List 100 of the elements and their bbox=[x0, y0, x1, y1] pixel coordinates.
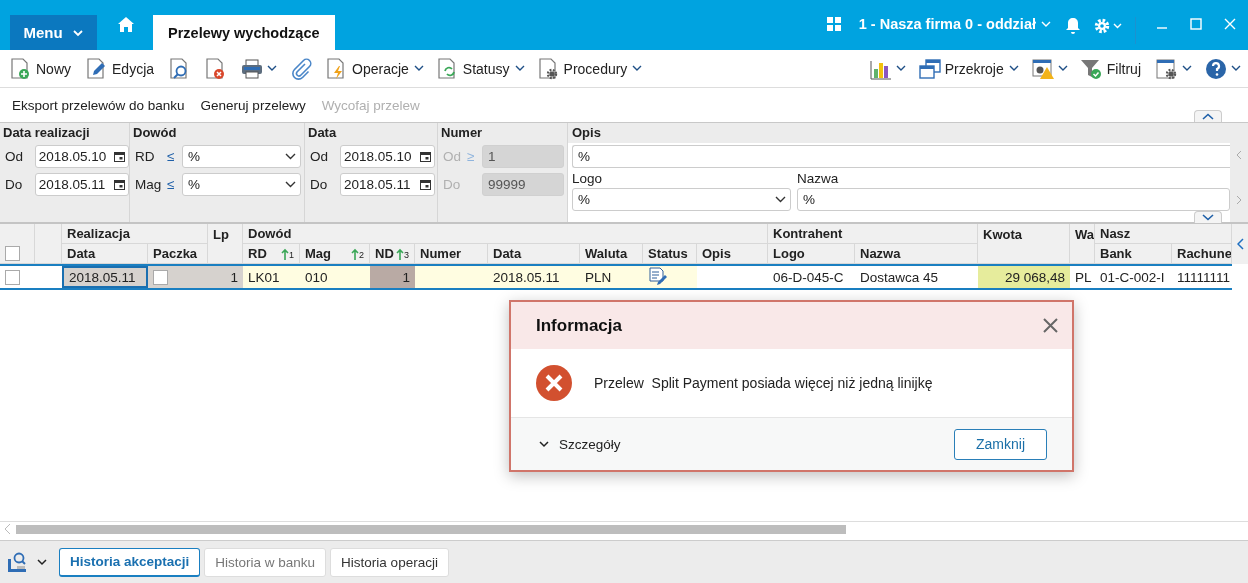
column-header[interactable]: Paczka bbox=[148, 244, 208, 264]
field-label: Logo bbox=[572, 170, 604, 188]
name-field[interactable]: % bbox=[797, 188, 1230, 211]
grid-icon[interactable] bbox=[826, 17, 841, 31]
select-all-checkbox[interactable] bbox=[5, 246, 20, 261]
column-header[interactable]: Numer bbox=[415, 244, 488, 264]
maximize-icon[interactable] bbox=[1190, 18, 1202, 30]
chevron-down-icon bbox=[71, 28, 84, 37]
chevron-down-icon bbox=[895, 65, 906, 72]
field-label: Do bbox=[309, 176, 329, 192]
column-header[interactable]: Waluta bbox=[580, 244, 643, 264]
collapse-panel-icon[interactable] bbox=[1236, 238, 1244, 250]
column-header[interactable]: Opis bbox=[697, 244, 768, 264]
dropdown-field[interactable]: % bbox=[182, 172, 301, 196]
tab[interactable]: Historia operacji bbox=[330, 547, 449, 577]
table-settings-icon bbox=[1155, 57, 1179, 80]
table-cell: 06-D-045-C bbox=[773, 269, 844, 285]
tab[interactable]: Historia akceptacji bbox=[59, 547, 201, 577]
chevron-down-icon bbox=[1008, 65, 1019, 72]
table-cell: 2018.05.11 bbox=[69, 269, 136, 285]
chevron-up-icon bbox=[1202, 113, 1214, 120]
calendar-icon[interactable] bbox=[420, 150, 431, 162]
field-label: RD bbox=[134, 148, 156, 164]
operator-sign: ≥ bbox=[467, 148, 476, 164]
chevron-down-icon bbox=[285, 180, 296, 188]
table-cell: 2018.05.11 bbox=[493, 269, 560, 285]
column-header[interactable]: Lp bbox=[208, 224, 243, 264]
date-field[interactable]: 2018.05.11 bbox=[34, 172, 129, 196]
date-field[interactable]: 2018.05.10 bbox=[340, 144, 435, 168]
table-cell: 01-C-002-I bbox=[1100, 269, 1165, 285]
sort-indicator: 2 bbox=[351, 247, 364, 260]
sort-indicator: 3 bbox=[396, 247, 409, 260]
column-header[interactable]: Bank bbox=[1095, 244, 1172, 264]
dialog-title: Informacja bbox=[536, 315, 622, 336]
table-cell: LK01 bbox=[248, 269, 280, 285]
chevron-down-icon bbox=[285, 152, 296, 160]
chevron-down-icon bbox=[1057, 65, 1068, 72]
chevron-down-icon bbox=[1182, 65, 1192, 72]
column-header[interactable]: Logo bbox=[768, 244, 855, 264]
column-group-header: Dowód bbox=[243, 224, 768, 244]
menu-button[interactable]: Menu bbox=[10, 15, 97, 50]
column-header[interactable]: Nazwa bbox=[855, 244, 978, 264]
table-cell: 1 bbox=[402, 269, 410, 285]
toolbar-button[interactable]: Przekroje bbox=[914, 53, 1022, 84]
field-label: Do bbox=[4, 176, 24, 192]
column-header[interactable]: Kwota bbox=[978, 224, 1070, 264]
help-icon bbox=[1204, 57, 1228, 80]
column-header[interactable]: Data bbox=[488, 244, 580, 264]
column-group-header: Realizacja bbox=[62, 224, 208, 244]
filter-title: Data bbox=[308, 125, 338, 142]
warning-settings-icon bbox=[1030, 57, 1055, 80]
filter-title: Opis bbox=[572, 125, 602, 142]
error-icon bbox=[536, 365, 572, 401]
action-link[interactable]: Eksport przelewów do banku bbox=[12, 97, 185, 113]
bell-icon[interactable] bbox=[1065, 17, 1081, 34]
settings-icon[interactable] bbox=[1093, 17, 1123, 35]
chevron-down-icon bbox=[539, 440, 549, 448]
calendar-icon[interactable] bbox=[420, 178, 431, 190]
description-field[interactable]: % bbox=[572, 145, 1230, 168]
active-tab[interactable]: Przelewy wychodzące bbox=[153, 15, 335, 50]
column-header[interactable]: Status bbox=[643, 244, 697, 264]
toolbar-button[interactable]: Nowy bbox=[6, 53, 76, 84]
row-checkbox[interactable] bbox=[5, 269, 20, 285]
toolbar-button[interactable]: Statusy bbox=[432, 53, 528, 84]
table-cell: PLN bbox=[585, 269, 612, 285]
date-field[interactable]: 2018.05.11 bbox=[340, 172, 435, 196]
home-icon[interactable] bbox=[118, 17, 134, 32]
collapse-button[interactable] bbox=[1194, 110, 1222, 122]
date-field[interactable]: 2018.05.10 bbox=[34, 144, 129, 168]
chevron-down-icon bbox=[632, 65, 643, 72]
column-group-header: Kontrahent bbox=[768, 224, 978, 244]
close-icon[interactable] bbox=[1043, 318, 1058, 333]
table-cell: 11111111 bbox=[1177, 269, 1231, 285]
printer-icon bbox=[240, 57, 265, 80]
expand-button[interactable] bbox=[1194, 211, 1222, 223]
row-checkbox[interactable] bbox=[153, 269, 168, 285]
scrollbar-thumb[interactable] bbox=[16, 524, 846, 534]
column-header[interactable]: Wa bbox=[1070, 224, 1095, 264]
paperclip-icon bbox=[289, 57, 314, 80]
toolbar-button[interactable]: Operacje bbox=[322, 53, 427, 84]
column-header[interactable]: Data bbox=[62, 244, 148, 264]
chevron-down-icon bbox=[1202, 214, 1214, 221]
table-cell: Dostawca 45 bbox=[860, 269, 939, 285]
calendar-icon[interactable] bbox=[114, 178, 125, 190]
document-edit-icon bbox=[648, 267, 668, 287]
dropdown-field[interactable]: % bbox=[182, 144, 301, 168]
chevron-down-icon bbox=[514, 65, 525, 72]
filter-icon bbox=[1079, 57, 1104, 80]
horizontal-scrollbar[interactable] bbox=[0, 521, 1248, 536]
calendar-icon[interactable] bbox=[114, 150, 125, 162]
details-toggle[interactable]: Szczegóły bbox=[539, 436, 621, 452]
action-link[interactable]: Generuj przelewy bbox=[200, 97, 306, 113]
field-label: Od bbox=[309, 148, 329, 164]
toolbar-button[interactable]: Filtruj bbox=[1076, 53, 1146, 84]
dropdown-field[interactable]: % bbox=[572, 188, 791, 211]
toolbar-button[interactable]: Edycja bbox=[82, 53, 160, 84]
toolbar-button[interactable]: Procedury bbox=[533, 53, 646, 84]
preview-dropdown-button[interactable] bbox=[7, 551, 47, 573]
table-row[interactable]: 2018.05.11 1 LK01 010 1 2018.05.11 PLN 06-D-045-C Dostawca 45 29 068,48 PL 01-C-002-I 11111111 bbox=[0, 264, 1232, 290]
close-button[interactable]: Zamknij bbox=[954, 428, 1047, 460]
